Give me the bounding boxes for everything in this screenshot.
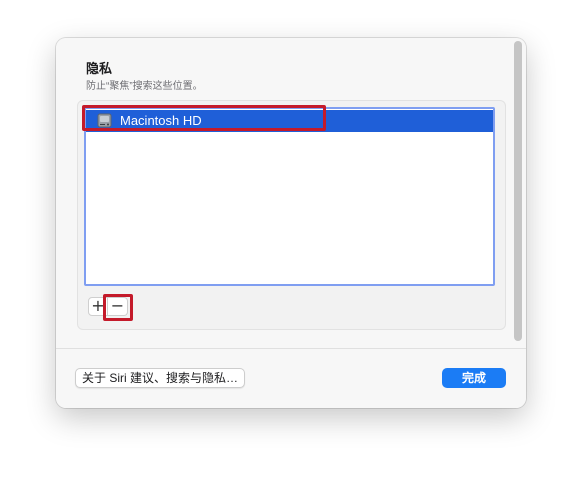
remove-button-annotation-box	[103, 294, 133, 321]
spotlight-privacy-sheet: 隐私 防止“聚焦”搜索这些位置。 Macintosh HD + − 关于 Sir…	[56, 38, 526, 408]
sheet-content: 隐私 防止“聚焦”搜索这些位置。 Macintosh HD + −	[56, 38, 526, 348]
list-item-label: Macintosh HD	[120, 113, 202, 128]
done-button[interactable]: 完成	[442, 368, 506, 388]
about-siri-suggestions-button[interactable]: 关于 Siri 建议、搜索与隐私…	[75, 368, 246, 388]
page: 隐私 防止“聚焦”搜索这些位置。 Macintosh HD + − 关于 Sir…	[0, 0, 582, 483]
remove-location-button[interactable]: −	[103, 294, 133, 321]
privacy-group-box: Macintosh HD + −	[77, 100, 506, 330]
privacy-section-title: 隐私	[86, 61, 113, 76]
scrollbar-thumb[interactable]	[514, 41, 522, 341]
hard-disk-icon	[97, 113, 112, 128]
sheet-footer: 关于 Siri 建议、搜索与隐私… 完成	[56, 349, 526, 408]
list-item-macintosh-hd[interactable]: Macintosh HD	[86, 110, 493, 132]
add-remove-control: + −	[88, 294, 133, 321]
vertical-scrollbar[interactable]	[511, 40, 524, 346]
excluded-locations-list[interactable]: Macintosh HD	[82, 105, 495, 286]
privacy-section-description: 防止“聚焦”搜索这些位置。	[86, 81, 203, 92]
